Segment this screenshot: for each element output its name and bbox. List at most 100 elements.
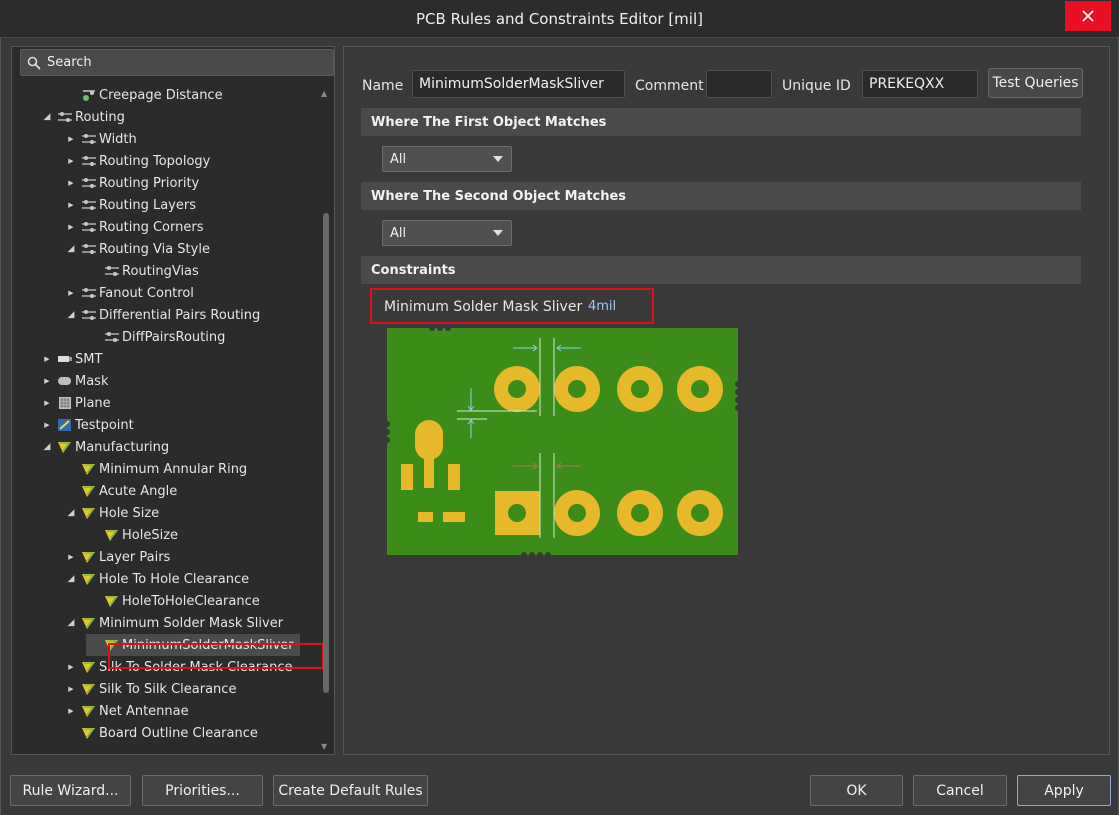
tree-item-label: Board Outline Clearance	[99, 725, 258, 741]
collapse-arrow-icon[interactable]: ▶	[41, 355, 53, 363]
constraint-value[interactable]: 4mil	[588, 299, 616, 314]
second-match-header: Where The Second Object Matches	[361, 182, 1081, 210]
unique-id-label: Unique ID	[782, 78, 851, 94]
tree-item-label: Routing	[75, 109, 125, 125]
chevron-down-icon	[493, 156, 503, 162]
routing-rule-icon	[57, 110, 73, 124]
tree-item[interactable]: ▶ Width	[65, 128, 136, 150]
tree-item[interactable]: ◢ Manufacturing	[41, 436, 170, 458]
rule-wizard-button[interactable]: Rule Wizard...	[10, 775, 131, 806]
collapse-arrow-icon[interactable]: ▶	[41, 377, 53, 385]
tree-item-label: Hole Size	[99, 505, 160, 521]
expand-arrow-icon[interactable]: ◢	[65, 310, 77, 320]
collapse-arrow-icon[interactable]: ▶	[65, 289, 77, 297]
tree-item-label: Creepage Distance	[99, 87, 223, 103]
tree-item[interactable]: ▶ Silk To Silk Clearance	[65, 678, 236, 700]
expand-arrow-icon[interactable]: ◢	[65, 618, 77, 628]
tree-item[interactable]: ◢ Routing	[41, 106, 125, 128]
tree-item[interactable]: ▶ SMT	[41, 348, 102, 370]
tree-item[interactable]: ▶ Routing Topology	[65, 150, 210, 172]
expand-arrow-icon[interactable]: ◢	[65, 574, 77, 584]
tree-item[interactable]: ▶ Fanout Control	[65, 282, 194, 304]
tree-item[interactable]: RoutingVias	[88, 260, 199, 282]
collapse-arrow-icon[interactable]: ▶	[65, 685, 77, 693]
collapse-arrow-icon[interactable]: ▶	[65, 707, 77, 715]
apply-button[interactable]: Apply	[1017, 775, 1111, 806]
priorities-button[interactable]: Priorities...	[142, 775, 263, 806]
cancel-button[interactable]: Cancel	[913, 775, 1007, 806]
solder-mask-sliver-diagram	[387, 328, 738, 555]
collapse-arrow-icon[interactable]: ▶	[65, 553, 77, 561]
tree-item-label: Silk To Silk Clearance	[99, 681, 237, 697]
expand-arrow-icon[interactable]: ◢	[65, 244, 77, 254]
tree-item[interactable]: ▶ Routing Priority	[65, 172, 199, 194]
tree-item[interactable]: ▶ Routing Corners	[65, 216, 203, 238]
mask-icon	[57, 374, 73, 388]
test-queries-button[interactable]: Test Queries	[988, 68, 1083, 98]
tree-item[interactable]: Minimum Annular Ring	[65, 458, 247, 480]
tree-item-label: Layer Pairs	[99, 549, 171, 565]
collapse-arrow-icon[interactable]: ▶	[65, 663, 77, 671]
tree-item-label: HoleToHoleClearance	[122, 593, 260, 609]
tree-item[interactable]: Acute Angle	[65, 480, 177, 502]
collapse-arrow-icon[interactable]: ▶	[65, 157, 77, 165]
tree-item-label: Acute Angle	[99, 483, 178, 499]
tree-item[interactable]: ▶ Mask	[41, 370, 108, 392]
collapse-arrow-icon[interactable]: ▶	[65, 201, 77, 209]
expand-arrow-icon[interactable]: ◢	[65, 508, 77, 518]
collapse-arrow-icon[interactable]: ▶	[41, 421, 53, 429]
close-button[interactable]	[1065, 1, 1111, 31]
collapse-arrow-icon[interactable]: ▶	[41, 399, 53, 407]
collapse-arrow-icon[interactable]: ▶	[65, 179, 77, 187]
tree-item[interactable]: Creepage Distance	[65, 84, 223, 106]
tree-item[interactable]: HoleSize	[88, 524, 178, 546]
second-match-dropdown[interactable]: All	[382, 220, 512, 246]
tree-item[interactable]: ◢ Hole Size	[65, 502, 160, 524]
routing-rule-icon	[81, 308, 97, 322]
plane-icon	[57, 396, 73, 410]
tree-item-label: Fanout Control	[99, 285, 194, 301]
comment-field[interactable]	[706, 70, 772, 98]
first-match-dropdown[interactable]: All	[382, 146, 512, 172]
tree-scrollbar[interactable]: ▲ ▼	[321, 89, 331, 753]
tree-item[interactable]: Board Outline Clearance	[65, 722, 258, 744]
unique-id-field[interactable]: PREKEQXX	[862, 70, 978, 98]
search-input[interactable]: Search	[20, 49, 334, 76]
tree-item[interactable]: ◢ Hole To Hole Clearance	[65, 568, 250, 590]
name-label: Name	[362, 78, 404, 94]
scroll-up-arrow[interactable]: ▲	[321, 89, 327, 98]
title-bar: PCB Rules and Constraints Editor [mil]	[0, 0, 1119, 38]
tree-item-label: RoutingVias	[122, 263, 199, 279]
tree-item[interactable]: ▶ Routing Layers	[65, 194, 196, 216]
chevron-down-icon	[493, 230, 503, 236]
routing-rule-icon	[81, 242, 97, 256]
tree-item[interactable]: ◢ Routing Via Style	[65, 238, 210, 260]
tree-item-label: Minimum Annular Ring	[99, 461, 248, 477]
tree-item[interactable]: HoleToHoleClearance	[88, 590, 260, 612]
constraint-label: Minimum Solder Mask Sliver	[384, 299, 583, 315]
tree-item[interactable]: ▶ Net Antennae	[65, 700, 188, 722]
tree-item[interactable]: DiffPairsRouting	[88, 326, 225, 348]
tree-item[interactable]: ▶ Layer Pairs	[65, 546, 170, 568]
tree-item[interactable]: ▶ Plane	[41, 392, 111, 414]
selected-rule-highlight	[108, 643, 324, 669]
name-field[interactable]: MinimumSolderMaskSliver	[412, 70, 625, 98]
comment-label: Comment	[635, 78, 704, 94]
tree-item[interactable]: ▶ Testpoint	[41, 414, 133, 436]
collapse-arrow-icon[interactable]: ▶	[65, 223, 77, 231]
tree-item[interactable]: ◢ Minimum Solder Mask Sliver	[65, 612, 284, 634]
manufacturing-rule-icon	[104, 528, 120, 542]
create-default-rules-button[interactable]: Create Default Rules	[273, 775, 428, 806]
tree-item-label: Plane	[75, 395, 111, 411]
tree-item[interactable]: ◢ Differential Pairs Routing	[65, 304, 261, 326]
scroll-thumb[interactable]	[323, 213, 329, 693]
tree-item-label: HoleSize	[122, 527, 179, 543]
scroll-down-arrow[interactable]: ▼	[321, 742, 327, 751]
tree-item-label: Hole To Hole Clearance	[99, 571, 250, 587]
routing-rule-icon	[81, 198, 97, 212]
ok-button[interactable]: OK	[810, 775, 903, 806]
expand-arrow-icon[interactable]: ◢	[41, 112, 53, 122]
expand-arrow-icon[interactable]: ◢	[41, 442, 53, 452]
collapse-arrow-icon[interactable]: ▶	[65, 135, 77, 143]
manufacturing-rule-icon	[81, 506, 97, 520]
